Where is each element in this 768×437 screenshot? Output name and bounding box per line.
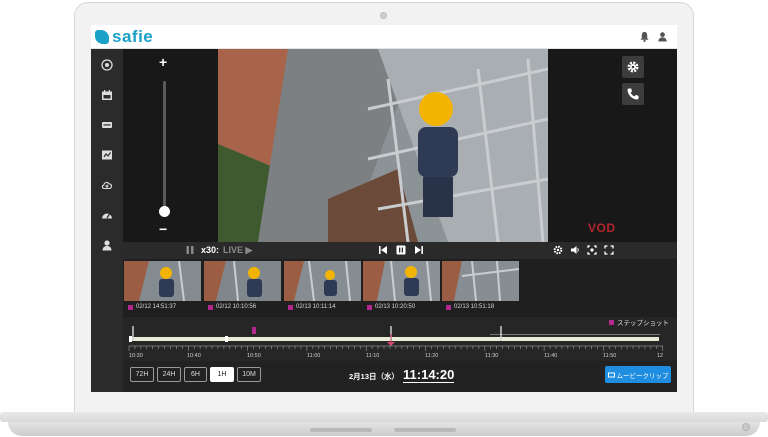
range-button-10m[interactable]: 10M: [237, 367, 261, 382]
app-screen: safie + − VOD x30: LIVE ▶ 02/12 14:51:37…: [91, 25, 677, 392]
timeline[interactable]: ステップショット 10:30 10:40 10:50 11:00 11:10 1…: [123, 317, 677, 361]
gear-icon: [627, 61, 639, 73]
thumbnail-item[interactable]: 02/13 10:11:14: [284, 261, 361, 315]
bell-icon[interactable]: [639, 31, 650, 42]
tick-label: 11:30: [485, 353, 498, 359]
pause-toggle-icon[interactable]: [396, 245, 406, 255]
phone-icon: [627, 88, 639, 100]
thumbnail-label: 02/13 10:11:14: [288, 304, 336, 310]
thumbnail-image: [204, 261, 281, 301]
user-icon[interactable]: [657, 31, 668, 42]
tick-label: 11:50: [603, 353, 616, 359]
current-time: 11:14:20: [403, 367, 455, 383]
thumbnail-label: 02/12 10:10:56: [208, 304, 256, 310]
thumbnail-item[interactable]: 02/12 10:10:56: [204, 261, 281, 315]
tick-label: 12: [657, 353, 663, 359]
thumbnail-image: [284, 261, 361, 301]
top-bar: safie: [91, 25, 677, 49]
tick-label: 11:40: [544, 353, 557, 359]
sidebar: [91, 49, 123, 392]
thumbnail-label: 02/13 10:20:50: [367, 304, 415, 310]
zoom-in-button[interactable]: +: [159, 54, 167, 70]
logo-mark-icon: [95, 30, 109, 44]
tick-label: 10:40: [187, 353, 201, 359]
bottom-bar: 72H 24H 6H 1H 10M 2月13日（水） 11:14:20 ムービー…: [123, 361, 677, 392]
playback-controls: x30: LIVE ▶: [123, 242, 677, 259]
camera-video-feed[interactable]: [218, 49, 548, 242]
calendar-icon[interactable]: [101, 89, 113, 101]
settings-button[interactable]: [622, 56, 644, 78]
thumbnail-image: [124, 261, 201, 301]
tick-label: 10:50: [247, 353, 261, 359]
timeline-tick-labels: 10:30 10:40 10:50 11:00 11:10 11:20 11:3…: [129, 353, 663, 359]
account-icon[interactable]: [101, 239, 113, 251]
storage-icon[interactable]: [101, 119, 113, 131]
range-button-24h[interactable]: 24H: [157, 367, 181, 382]
thumbnail-item[interactable]: 02/12 14:51:37: [124, 261, 201, 315]
range-button-6h[interactable]: 6H: [184, 367, 207, 382]
cloud-upload-icon[interactable]: [101, 179, 113, 191]
zoom-panel: + −: [123, 49, 218, 242]
dashboard-icon[interactable]: [101, 209, 113, 221]
power-button: [742, 423, 750, 431]
camera-icon[interactable]: [101, 59, 113, 71]
tick-label: 11:00: [307, 353, 320, 359]
range-button-1h[interactable]: 1H: [210, 367, 234, 382]
thumbnail-label: 02/12 14:51:37: [128, 304, 176, 310]
current-date: 2月13日（水）: [349, 372, 400, 381]
logo[interactable]: safie: [95, 27, 154, 46]
thumbnail-item[interactable]: 02/13 10:51:18: [442, 261, 519, 315]
right-control-panel: VOD: [548, 49, 677, 242]
live-button[interactable]: LIVE ▶: [223, 245, 252, 256]
thumbnail-label: 02/13 10:51:18: [446, 304, 494, 310]
zoom-out-button[interactable]: −: [159, 221, 167, 237]
thumbnail-image: [442, 261, 519, 301]
current-time-display[interactable]: 2月13日（水） 11:14:20: [349, 367, 455, 383]
fullscreen-icon[interactable]: [604, 245, 614, 255]
timeline-track[interactable]: 10:30 10:40 10:50 11:00 11:10 11:20 11:3…: [123, 325, 677, 361]
movie-clip-label: ムービークリップ: [616, 372, 669, 380]
webcam-dot: [380, 12, 387, 19]
skip-back-icon[interactable]: [378, 245, 388, 255]
tick-label: 10:30: [129, 353, 143, 359]
call-button[interactable]: [622, 83, 644, 105]
quality-settings-icon[interactable]: [553, 245, 563, 255]
zoom-slider-thumb[interactable]: [159, 206, 170, 217]
pause-icon[interactable]: [185, 245, 195, 255]
tick-label: 11:10: [366, 353, 379, 359]
film-icon: [607, 372, 615, 377]
thumbnail-item[interactable]: 02/13 10:20:50: [363, 261, 440, 315]
snapshot-thumbnails: 02/12 14:51:37 02/12 10:10:56 02/13 10:1…: [123, 259, 677, 317]
skip-forward-icon[interactable]: [414, 245, 424, 255]
tick-label: 11:20: [425, 353, 438, 359]
report-icon[interactable]: [101, 149, 113, 161]
zoom-slider-track[interactable]: [163, 81, 166, 216]
vod-label: VOD: [588, 221, 616, 235]
thumbnail-image: [363, 261, 440, 301]
volume-icon[interactable]: [570, 245, 580, 255]
movie-clip-button[interactable]: ムービークリップ: [605, 366, 671, 383]
range-button-72h[interactable]: 72H: [130, 367, 154, 382]
logo-text: safie: [112, 27, 154, 46]
playback-speed[interactable]: x30:: [201, 245, 219, 255]
laptop-base: [0, 412, 768, 437]
timeline-ticks: [128, 346, 664, 351]
screenshot-icon[interactable]: [587, 245, 597, 255]
